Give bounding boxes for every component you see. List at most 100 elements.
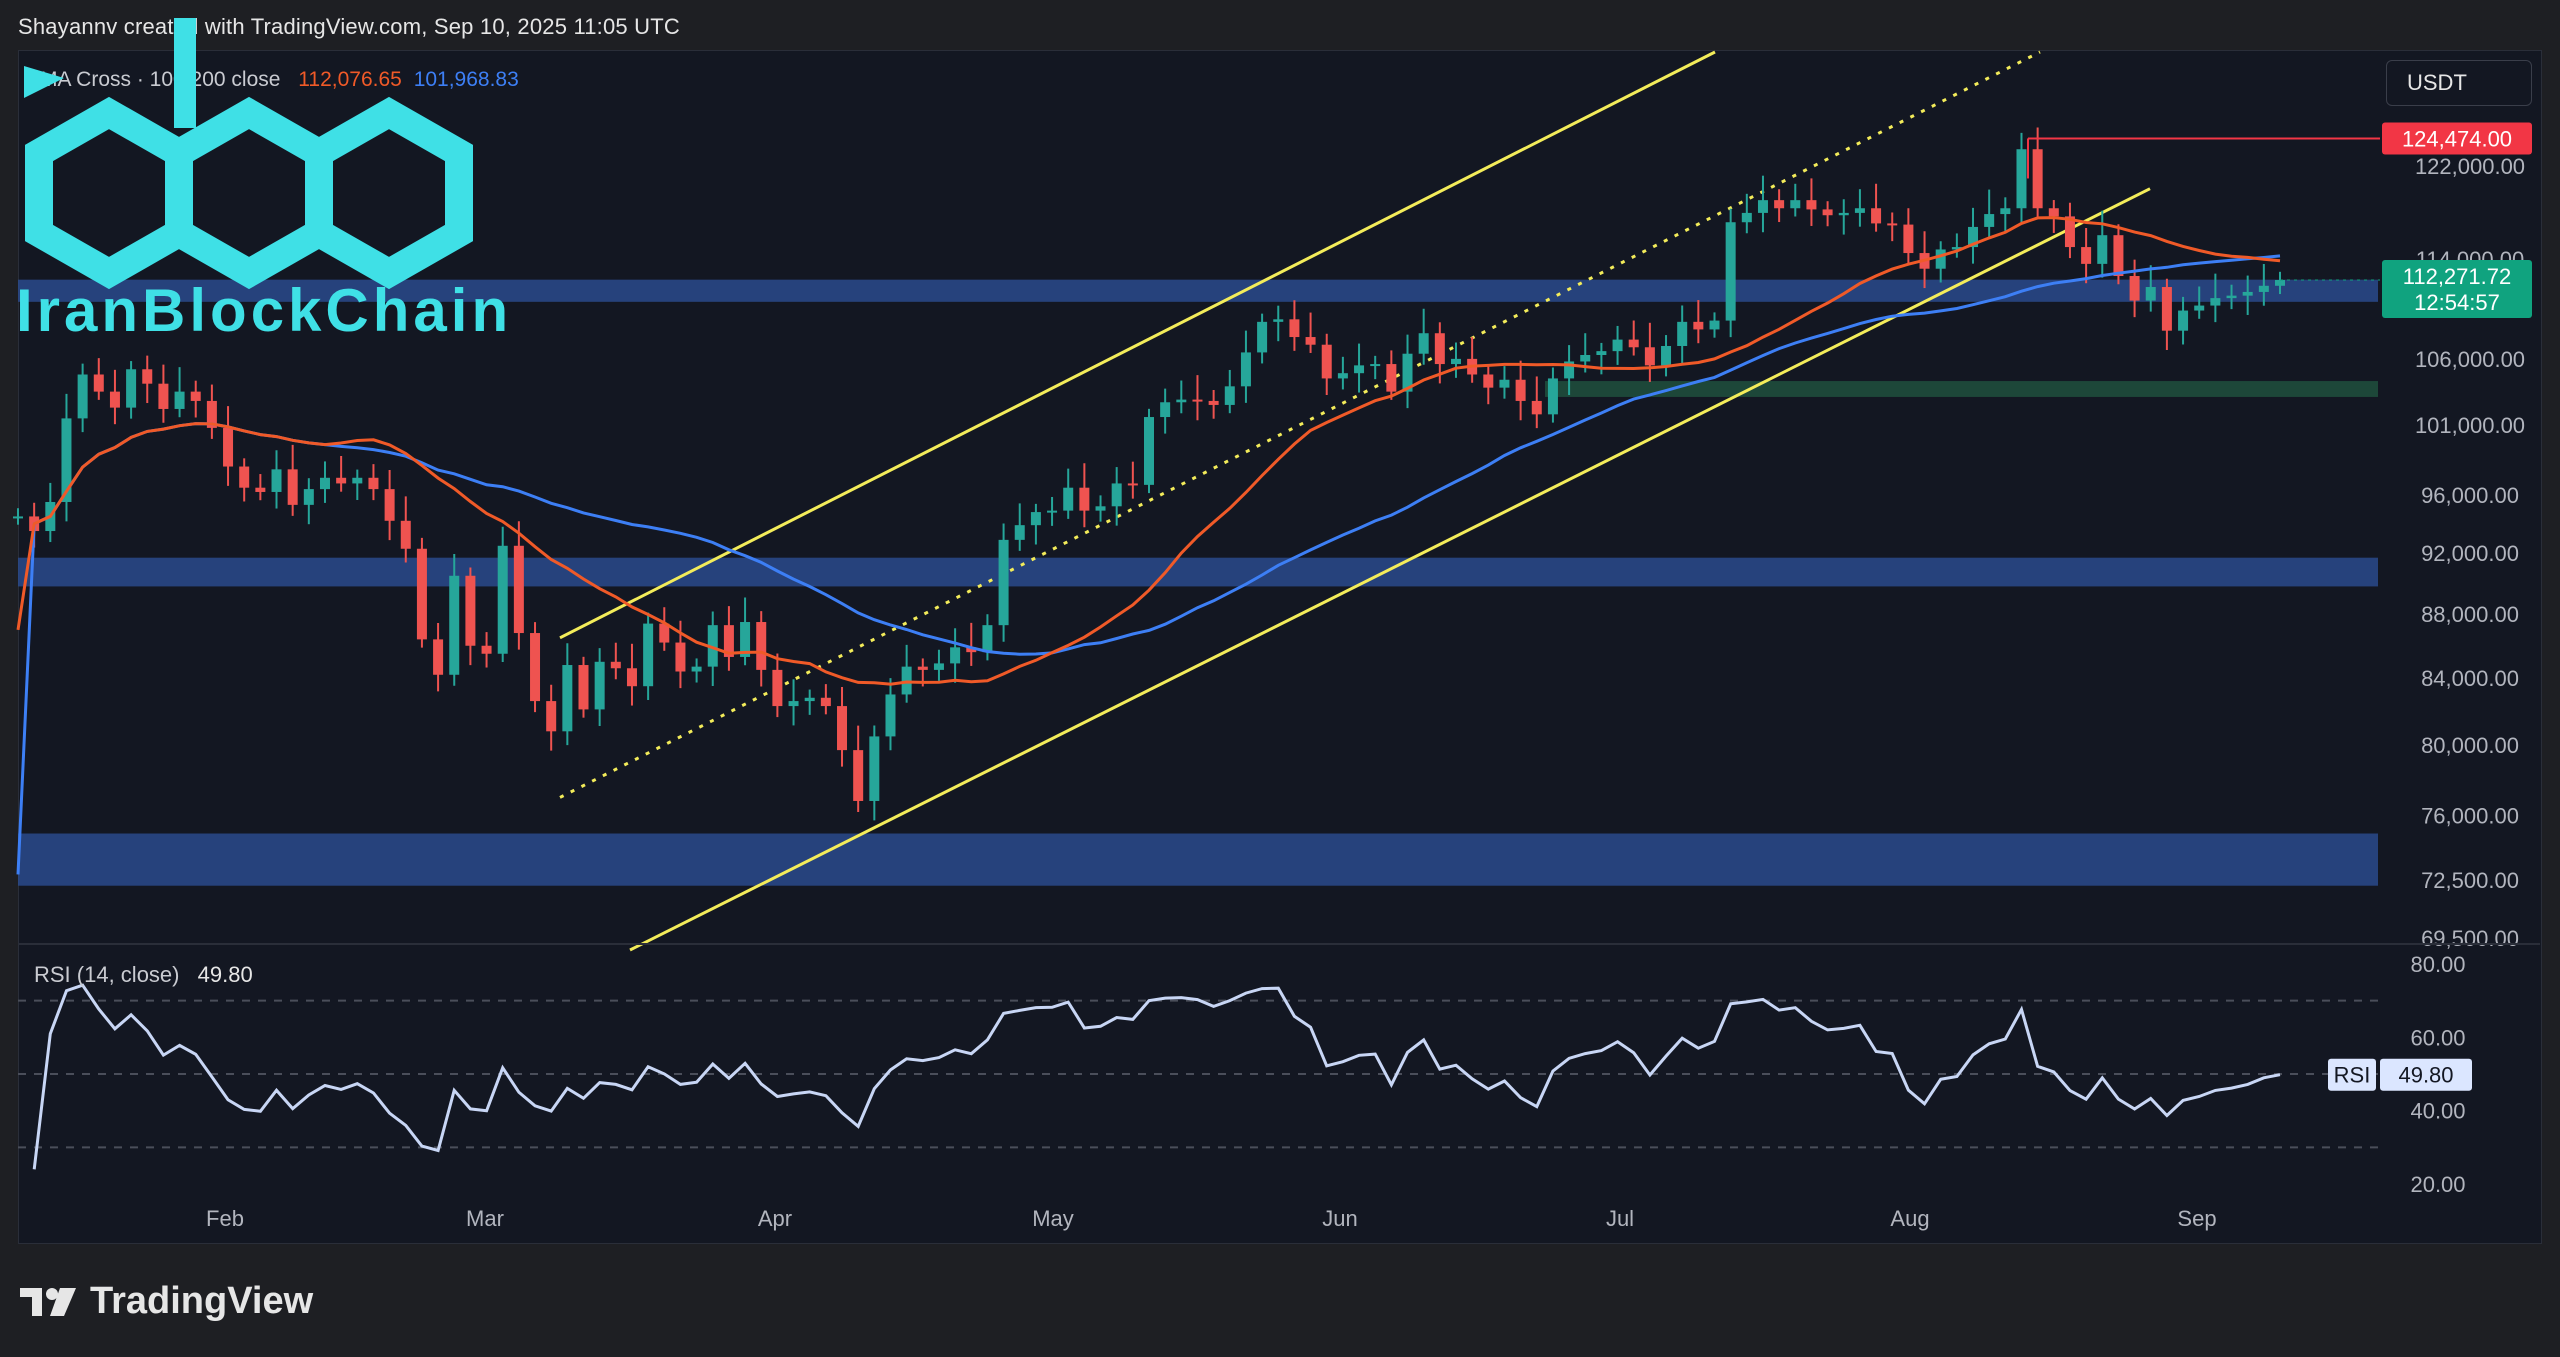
candle-body	[530, 633, 541, 702]
tradingview-logo[interactable]: TradingView	[20, 1280, 313, 1323]
candle-body	[449, 575, 460, 675]
candle-body	[1984, 214, 1995, 227]
candle-body	[998, 539, 1009, 626]
candle-body	[2016, 149, 2027, 209]
candle-body	[1224, 386, 1235, 405]
rsi-label: RSI (14, close) 49.80	[34, 962, 253, 988]
candle-body	[1160, 402, 1171, 418]
candle-body	[13, 516, 23, 519]
candle-body	[820, 697, 831, 707]
candle-body	[626, 668, 637, 687]
candle-body	[1677, 321, 1688, 346]
candle-body	[756, 622, 767, 670]
candle-body	[1434, 333, 1445, 365]
candle-body	[481, 645, 492, 654]
rsi-tick-label: 80.00	[2410, 952, 2465, 977]
candle-body	[174, 391, 185, 409]
candle-body	[1531, 400, 1542, 415]
current-price-tag: 112,271.72	[2403, 264, 2511, 289]
candle-body	[416, 548, 427, 640]
rsi-label-text: RSI (14, close)	[34, 962, 180, 987]
candle-body	[610, 661, 621, 669]
candle-body	[1354, 365, 1365, 374]
candle-body	[433, 639, 444, 675]
candle-body	[497, 545, 508, 654]
rsi-tag: RSI 49.80	[2328, 1058, 2472, 1091]
candle-body	[2178, 310, 2189, 331]
rsi-line	[32, 983, 2281, 1170]
footer-brand: TradingView	[90, 1280, 314, 1322]
candle-body	[319, 477, 330, 490]
sr-zone-1	[18, 557, 2378, 587]
candle-body	[1644, 347, 1655, 366]
candle-body	[853, 750, 864, 801]
candle-body	[1111, 483, 1122, 507]
candle-body	[2210, 298, 2221, 306]
candle-body	[804, 697, 815, 702]
candle-body	[2242, 291, 2253, 296]
rsi-tag-label: RSI	[2334, 1063, 2371, 1088]
y-tick-label: 106,000.00	[2415, 347, 2525, 372]
sr-zone-2	[18, 833, 2378, 886]
candle-body	[1321, 344, 1332, 379]
candle-body	[2194, 305, 2205, 311]
candle-body	[287, 469, 298, 505]
candle-body	[917, 666, 928, 670]
candle-body	[1774, 200, 1785, 209]
candle-body	[933, 663, 944, 670]
candle-body	[223, 427, 234, 467]
y-tick-label: 76,000.00	[2421, 803, 2519, 828]
candle-body	[190, 391, 201, 401]
candle-body	[1192, 399, 1203, 402]
candle-body	[2000, 208, 2011, 215]
candle-body	[578, 665, 589, 710]
candle-body	[93, 374, 104, 392]
candle-body	[1176, 399, 1187, 403]
candle-body	[2097, 235, 2108, 264]
candle-body	[1822, 209, 1833, 216]
candle-body	[1337, 373, 1348, 379]
rsi-label-value: 49.80	[197, 962, 253, 987]
candle-body	[2226, 295, 2237, 299]
candle-body	[1127, 483, 1138, 486]
iranblockchain-logo-icon	[24, 18, 473, 290]
candle-body	[1725, 222, 1736, 321]
candle-body	[109, 391, 120, 408]
candle-body	[1935, 249, 1946, 269]
candle-body	[885, 694, 896, 737]
candle-body	[2258, 285, 2269, 292]
candle-body	[352, 477, 363, 484]
candle-body	[562, 665, 573, 732]
x-tick-label: Feb	[206, 1206, 244, 1231]
candle-body	[1079, 487, 1090, 511]
candle-body	[2145, 287, 2156, 301]
candle-body	[837, 706, 848, 751]
candle-body	[1596, 351, 1607, 355]
y-tick-label: 80,000.00	[2421, 733, 2519, 758]
x-tick-label: May	[1032, 1206, 1074, 1231]
candle-body	[691, 666, 702, 672]
watermark-text: IranBlockChain	[16, 277, 513, 344]
candle-body	[2032, 149, 2043, 209]
candle-body	[2129, 276, 2140, 301]
candle-body	[1547, 378, 1558, 415]
candle-body	[1030, 512, 1041, 526]
candle-body	[1257, 321, 1268, 353]
currency-button[interactable]: USDT	[2386, 60, 2532, 106]
candle-body	[546, 701, 557, 732]
candle-body	[1499, 379, 1510, 388]
candle-body	[950, 647, 961, 664]
candle-body	[1806, 200, 1817, 210]
candle-body	[1838, 212, 1849, 216]
candle-body	[271, 469, 282, 492]
y-tick-label: 69,500.00	[2421, 926, 2519, 951]
candle-body	[1903, 224, 1914, 254]
candle-body	[1144, 417, 1154, 485]
rsi-tick-label: 20.00	[2410, 1172, 2465, 1197]
candle-body	[2113, 235, 2124, 277]
candle-body	[675, 642, 686, 672]
candle-body	[869, 736, 880, 801]
candle-body	[1370, 364, 1381, 367]
y-tick-label: 84,000.00	[2421, 666, 2519, 691]
candle-body	[1095, 506, 1106, 511]
